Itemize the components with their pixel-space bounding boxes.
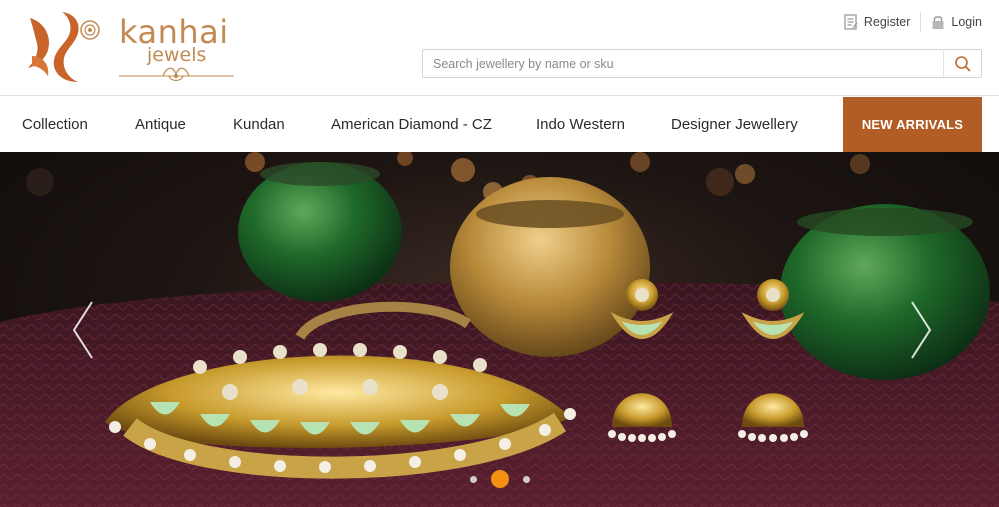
- register-icon: [844, 14, 858, 30]
- nav-item-collection[interactable]: Collection: [22, 97, 88, 152]
- slider-dot-2[interactable]: [490, 470, 509, 488]
- slider-dot-3[interactable]: [522, 475, 530, 483]
- nav-item-american-diamond[interactable]: American Diamond - CZ: [331, 97, 492, 152]
- site-header: kanhai jewels Register Login Search jewe…: [0, 0, 999, 96]
- new-arrivals-button[interactable]: NEW ARRIVALS: [843, 97, 982, 152]
- login-link[interactable]: Login: [931, 14, 982, 30]
- account-links: Register Login: [844, 12, 982, 32]
- brand-logo[interactable]: kanhai jewels: [22, 8, 237, 86]
- chevron-right-icon: [911, 301, 932, 359]
- search-button[interactable]: [943, 50, 981, 77]
- slider-prev-button[interactable]: [70, 300, 96, 360]
- main-nav: Collection Antique Kundan American Diamo…: [0, 97, 999, 152]
- chevron-left-icon: [72, 301, 93, 359]
- register-link[interactable]: Register: [844, 14, 911, 30]
- nav-item-designer-jewellery[interactable]: Designer Jewellery: [671, 97, 798, 152]
- search-input[interactable]: [423, 50, 943, 77]
- logo-flourish-icon: [119, 67, 234, 82]
- slider-dots: [0, 470, 999, 488]
- search-icon: [954, 55, 971, 72]
- divider: [920, 12, 922, 32]
- slider-next-button[interactable]: [908, 300, 934, 360]
- nav-item-kundan[interactable]: Kundan: [233, 97, 285, 152]
- slider-dot-1[interactable]: [469, 475, 477, 483]
- register-label: Register: [863, 15, 911, 29]
- hero-banner-image: [0, 152, 999, 507]
- lock-icon: [932, 16, 944, 29]
- nav-item-antique[interactable]: Antique: [135, 97, 186, 152]
- nav-item-indo-western[interactable]: Indo Western: [536, 97, 625, 152]
- login-label: Login: [951, 15, 982, 29]
- kanhai-logo-icon: [28, 12, 100, 82]
- hero-slider: [0, 152, 999, 507]
- search-bar: [422, 49, 982, 78]
